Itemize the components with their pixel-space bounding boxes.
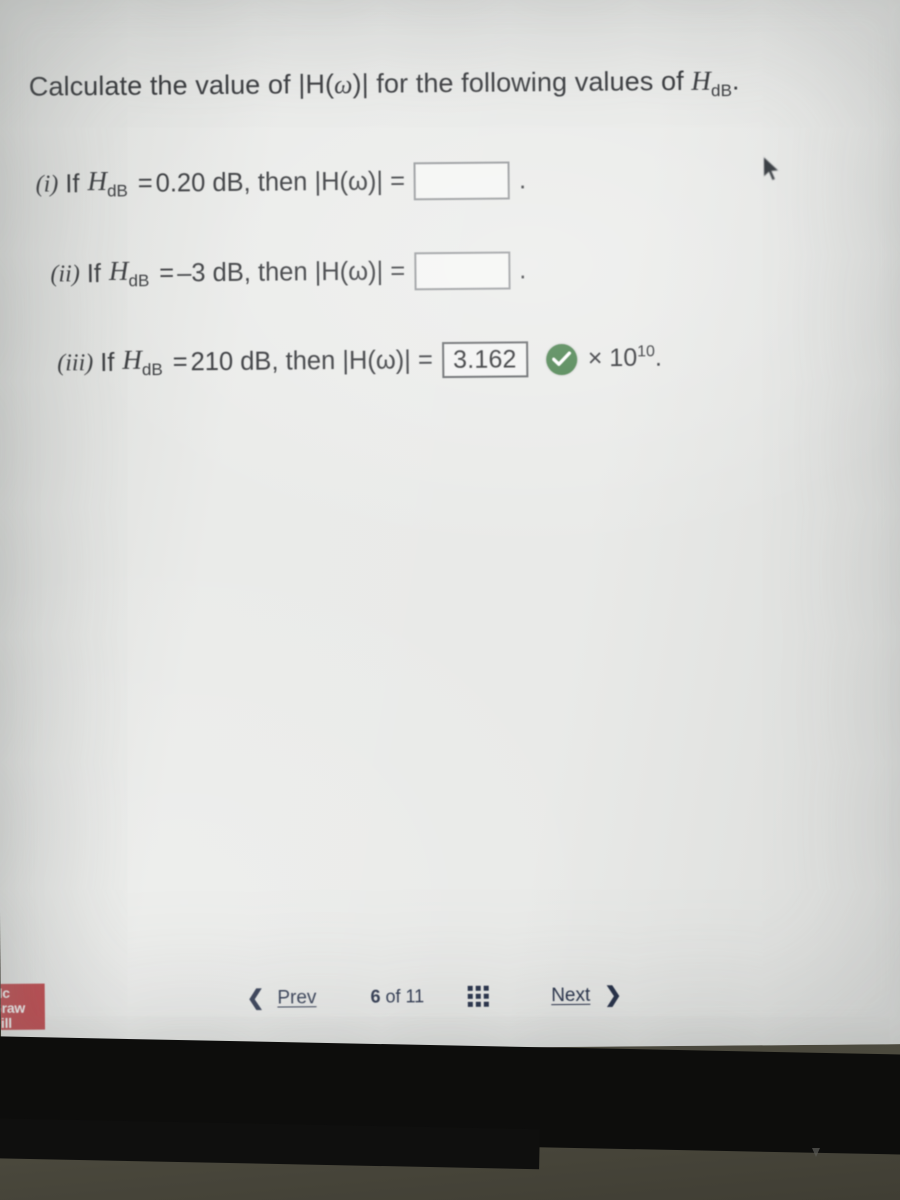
- part-ii-variable: HdB: [109, 256, 150, 292]
- part-iii-numeral: (iii): [57, 349, 94, 376]
- current-page-number: 6: [370, 986, 381, 1007]
- part-i-if-label: If: [65, 169, 80, 198]
- part-iii-variable-letter: H: [122, 345, 143, 376]
- bottom-navigation-bar: Mc Graw Hill ❮ Prev 6 of 11 Next ❯: [0, 972, 900, 1042]
- of-label: of: [385, 986, 401, 1007]
- part-ii-equals: =: [159, 258, 175, 288]
- part-ii-answer-input[interactable]: [414, 251, 511, 291]
- photo-of-laptop-screen: Calculate the value of |H(ω)| for the fo…: [0, 0, 900, 1200]
- part-iii-if-label: If: [100, 348, 115, 377]
- pager-controls: ❮ Prev 6 of 11 Next ❯: [247, 983, 622, 1011]
- laptop-screen: Calculate the value of |H(ω)| for the fo…: [0, 0, 900, 1052]
- page-indicator: 6 of 11: [370, 986, 424, 1007]
- part-ii-variable-letter: H: [108, 256, 129, 287]
- grid-cell: [476, 1001, 482, 1007]
- mouse-cursor-icon: [761, 155, 783, 185]
- hdb-variable: HdB: [691, 65, 732, 100]
- grid-cell: [476, 985, 482, 991]
- question-heading-pre: Calculate the value of |H(: [28, 69, 335, 102]
- page-title: Calculate the value of |H(ω)| for the fo…: [29, 65, 740, 107]
- part-i-period: .: [518, 165, 527, 194]
- part-i-equals: =: [137, 169, 153, 198]
- grid-cell: [484, 1001, 490, 1007]
- grid-cell: [484, 993, 490, 999]
- prev-button[interactable]: Prev: [277, 987, 316, 1009]
- grid-cell: [468, 993, 474, 999]
- part-iii-equals: =: [172, 347, 188, 376]
- grid-3x3-icon[interactable]: [468, 985, 490, 1007]
- part-i-variable-letter: H: [87, 166, 108, 197]
- part-iii-variable: HdB: [122, 345, 163, 381]
- grid-cell: [476, 993, 482, 999]
- part-iii-period: .: [654, 343, 663, 372]
- part-ii-if-label: If: [86, 259, 102, 288]
- next-button[interactable]: Next: [551, 984, 590, 1006]
- part-ii-numeral: (ii): [50, 260, 80, 288]
- grid-cell: [484, 985, 490, 991]
- part-i-variable: HdB: [87, 166, 128, 202]
- omega-symbol: ω: [333, 69, 353, 100]
- hdb-variable-letter: H: [691, 65, 712, 96]
- courseware-page: Calculate the value of |H(ω)| for the fo…: [0, 0, 900, 1052]
- part-iii-variable-subscript: dB: [141, 360, 163, 380]
- part-ii-period: .: [519, 255, 527, 284]
- grid-cell: [468, 985, 474, 991]
- part-iii-scientific-suffix: × 1010.: [588, 343, 662, 373]
- chevron-left-icon[interactable]: ❮: [247, 986, 265, 1011]
- part-iii-multiplier: × 10: [587, 344, 638, 373]
- part-i-answer-input[interactable]: [413, 161, 511, 201]
- question-heading-end: .: [731, 65, 740, 96]
- part-ii-value: –3 dB, then |H(ω)| =: [177, 256, 406, 287]
- logo-line-2: Graw: [0, 999, 26, 1017]
- hdb-variable-subscript: dB: [710, 80, 733, 101]
- question-heading-mid: )| for the following values of: [352, 65, 692, 99]
- question-part-i: (i) If HdB = 0.20 dB, then |H(ω)| = .: [35, 161, 526, 203]
- logo-line-3: Hill: [0, 1014, 13, 1032]
- logo-line-1: Mc: [0, 984, 10, 1002]
- part-iii-answer-input[interactable]: 3.162: [441, 341, 528, 379]
- grid-cell: [468, 1001, 474, 1007]
- part-i-value: 0.20 dB, then |H(ω)| =: [155, 166, 406, 198]
- part-iii-exponent: 10: [637, 343, 656, 361]
- question-part-iii: (iii) If HdB = 210 dB, then |H(ω)| = 3.1…: [57, 340, 662, 381]
- part-ii-variable-subscript: dB: [128, 271, 150, 291]
- check-circle-icon: [545, 343, 577, 375]
- chevron-right-icon[interactable]: ❯: [604, 983, 622, 1008]
- question-part-ii: (ii) If HdB = –3 dB, then |H(ω)| = .: [50, 251, 526, 293]
- part-i-variable-subscript: dB: [106, 181, 128, 201]
- mcgraw-hill-logo: Mc Graw Hill: [0, 983, 46, 1032]
- total-pages-number: 11: [405, 986, 425, 1007]
- part-iii-value: 210 dB, then |H(ω)| =: [190, 345, 433, 376]
- part-i-numeral: (i): [35, 170, 59, 198]
